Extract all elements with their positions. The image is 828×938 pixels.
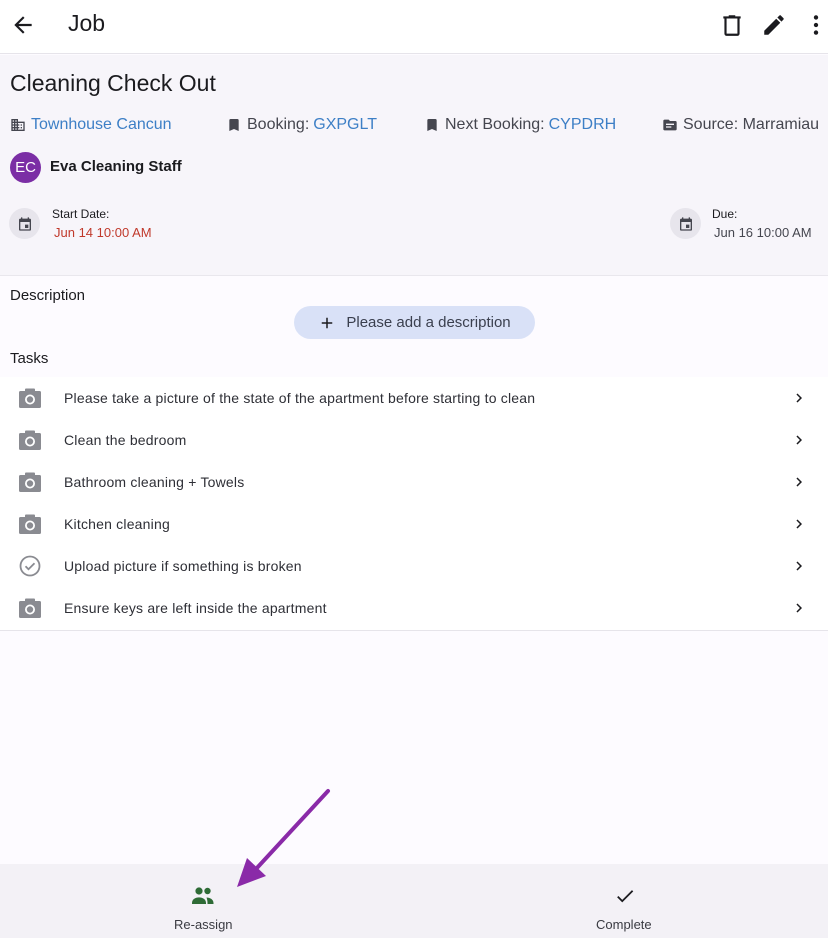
next-booking-label: Next Booking:: [445, 116, 545, 133]
add-description-button[interactable]: Please add a description: [294, 306, 535, 339]
check-icon: [617, 890, 634, 903]
job-title: Cleaning Check Out: [10, 70, 216, 96]
due-date-label: Due:: [712, 207, 738, 221]
complete-label: Complete: [596, 917, 652, 932]
calendar-icon: [670, 208, 701, 239]
source-label: Source: Marramiau: [683, 116, 820, 133]
building-icon: [11, 119, 25, 131]
page-title: Job: [68, 10, 106, 36]
task-item[interactable]: Please take a picture of the state of th…: [0, 377, 828, 419]
start-date-value: Jun 14 10:00 AM: [54, 225, 152, 240]
assignee-name: Eva Cleaning Staff: [50, 158, 182, 175]
tasks-heading: Tasks: [10, 350, 49, 367]
task-item[interactable]: Bathroom cleaning + Towels: [0, 461, 828, 503]
property-name[interactable]: Townhouse Cancun: [31, 116, 172, 134]
task-label: Clean the bedroom: [64, 432, 187, 448]
avatar: EC: [10, 152, 41, 183]
task-item[interactable]: Upload picture if something is broken: [0, 545, 828, 587]
check-circle-icon: [19, 555, 41, 577]
job-header: Cleaning Check Out Townhouse Cancun Book…: [0, 55, 828, 276]
people-icon: [192, 887, 214, 904]
chevron-right-icon: [796, 393, 802, 403]
camera-icon: [19, 430, 41, 450]
source-info: Source: Marramiau: [662, 115, 819, 135]
due-date-value: Jun 16 10:00 AM: [714, 225, 812, 240]
task-label: Ensure keys are left inside the apartmen…: [64, 600, 327, 616]
complete-button[interactable]: Complete: [580, 864, 672, 938]
reassign-button[interactable]: Re-assign: [150, 864, 256, 938]
chevron-right-icon: [796, 435, 802, 445]
chevron-right-icon: [796, 477, 802, 487]
add-description-label: Please add a description: [346, 314, 511, 331]
task-label: Bathroom cleaning + Towels: [64, 474, 245, 490]
next-booking-info: Next Booking: CYPDRH: [424, 115, 616, 135]
task-list: Please take a picture of the state of th…: [0, 377, 828, 631]
chevron-right-icon: [796, 603, 802, 613]
delete-icon[interactable]: [719, 12, 745, 38]
folder-icon: [663, 119, 677, 131]
booking-code-link[interactable]: GXPGLT: [313, 116, 377, 134]
booking-info: Booking: GXPGLT: [226, 115, 377, 135]
reassign-label: Re-assign: [174, 917, 233, 932]
description-heading: Description: [10, 287, 86, 304]
next-booking-code-link[interactable]: CYPDRH: [549, 116, 617, 134]
plus-icon: [322, 317, 333, 328]
task-item[interactable]: Ensure keys are left inside the apartmen…: [0, 587, 828, 629]
edit-icon[interactable]: [761, 12, 787, 38]
bookmark-icon: [427, 119, 437, 131]
more-vert-icon[interactable]: [803, 12, 828, 38]
camera-icon: [19, 514, 41, 534]
start-date-label: Start Date:: [52, 207, 110, 221]
chevron-right-icon: [796, 561, 802, 571]
bookmark-icon: [229, 119, 239, 131]
back-arrow-icon[interactable]: [10, 12, 36, 38]
property-link[interactable]: Townhouse Cancun: [10, 115, 172, 135]
task-label: Upload picture if something is broken: [64, 558, 302, 574]
camera-icon: [19, 472, 41, 492]
task-label: Please take a picture of the state of th…: [64, 390, 536, 406]
task-item[interactable]: Kitchen cleaning: [0, 503, 828, 545]
bottom-action-bar: Re-assign Complete: [0, 864, 828, 938]
camera-icon: [19, 598, 41, 618]
app-bar: Job: [0, 0, 828, 54]
camera-icon: [19, 388, 41, 408]
task-label: Kitchen cleaning: [64, 516, 170, 532]
chevron-right-icon: [796, 519, 802, 529]
booking-label: Booking:: [247, 116, 310, 133]
task-item[interactable]: Clean the bedroom: [0, 419, 828, 461]
calendar-icon: [9, 208, 40, 239]
